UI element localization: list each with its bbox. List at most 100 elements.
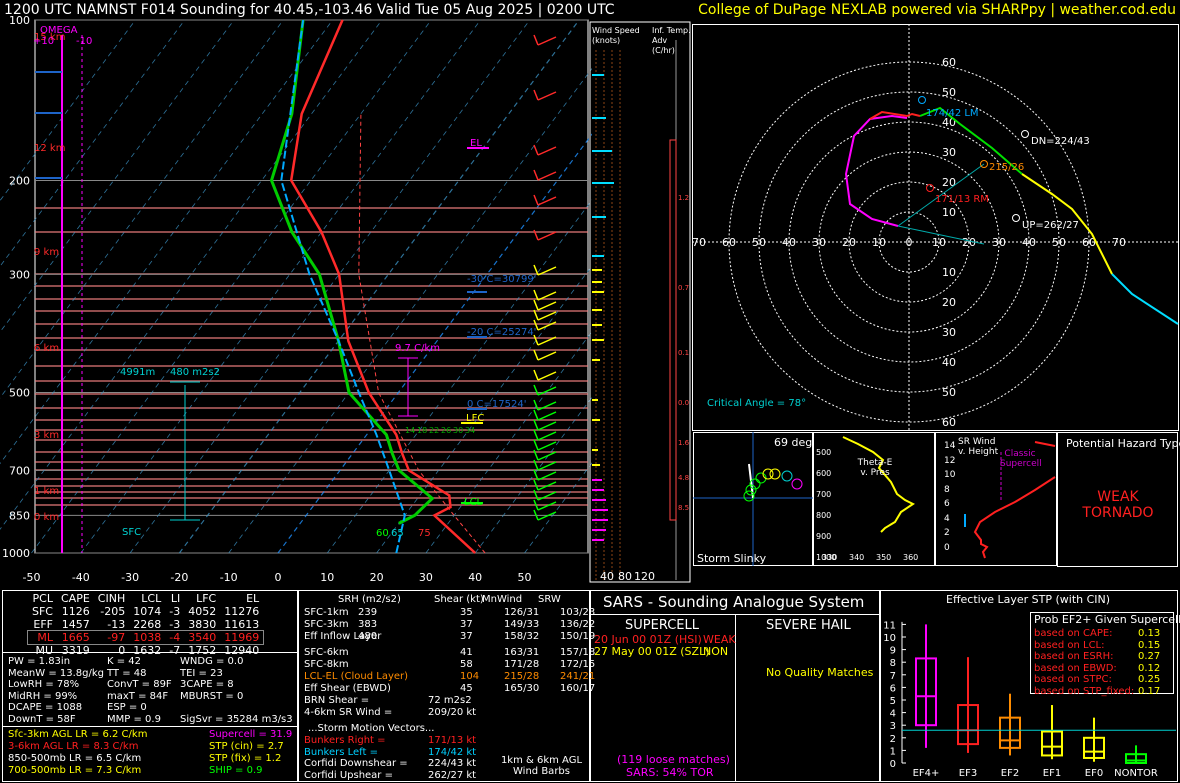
index-value: MMP = 0.9 (107, 713, 161, 725)
stp-category: EF0 (1085, 768, 1103, 779)
kin-header: SRW (538, 594, 561, 605)
wetbulb-label: 34 (465, 426, 475, 435)
skewt-sfc-temp: 75 (418, 528, 431, 539)
wind-barb (537, 321, 557, 331)
hodograph-chart: 70 60 50 40 30 20 10 0 10 20 30 40 50 60 70 60 50 40 30 20 1… (692, 24, 1179, 431)
parcel-cell: -97 (107, 631, 126, 644)
hodo-x-label: 10 (872, 236, 886, 249)
hodo-upper (1111, 273, 1179, 325)
hodo-x-label: 30 (812, 236, 826, 249)
temp-tick: -20 (170, 571, 188, 584)
skewt-sfc: SFC (122, 527, 141, 538)
pressure-tick: 200 (9, 174, 30, 187)
wind-barb (537, 401, 557, 411)
pressure-tick: 300 (9, 268, 30, 281)
skewt-el: EL (470, 138, 482, 149)
sr-wind-classic: Classic Supercell (1000, 449, 1042, 469)
pressure-tick: 700 (9, 464, 30, 477)
hodo-point-label: DN=224/43 (1031, 136, 1090, 147)
theta-xtick: 360 (903, 553, 919, 562)
temp-tick: -30 (121, 571, 139, 584)
wind-barb (537, 351, 557, 361)
wind-barb (537, 36, 557, 46)
index-value: DownT = 58F (8, 713, 76, 725)
critical-angle: Critical Angle = 78° (707, 398, 806, 409)
stp-ytick: 0 (890, 759, 896, 770)
wind-barb-flag (533, 429, 539, 441)
wind-barb (537, 411, 557, 421)
parcel-cell: SFC (32, 605, 53, 618)
prob-title: Prob EF2+ Given Supercell (1034, 613, 1180, 626)
motion-label: Corfidi Upshear = (304, 769, 393, 781)
hodo-0-1km (844, 114, 908, 227)
hodo-point-label: 171/13 RM (935, 194, 989, 205)
hodo-x-label: 20 (962, 236, 976, 249)
kin-header: MnWind (482, 594, 523, 605)
skewt-lapse: 9.7 C/km (395, 343, 440, 354)
hodo-y-label: 40 (942, 356, 956, 369)
wind-barb-flag (533, 299, 539, 311)
temp-adv-title: Inf. Temp. Adv (C/hr) (652, 26, 691, 55)
dewpoint-trace (269, 19, 435, 525)
slinky-label: Storm Slinky (697, 552, 767, 565)
temp-tick: 30 (419, 571, 433, 584)
parcel-cell: 1457 (61, 618, 90, 631)
theta-ytick: 600 (816, 469, 832, 478)
pressure-tick: 100 (9, 14, 30, 27)
kin-value: 150/19 (560, 631, 596, 642)
sars-supercell: SUPERCELL (625, 618, 699, 633)
hodo-x-label: 70 (692, 236, 706, 249)
hodo-x-label: 40 (1022, 236, 1036, 249)
hodo-x-label: 50 (752, 236, 766, 249)
ws-tick-40: 40 (600, 570, 614, 583)
skewt-isotherm-m30: -30 C=30799' (467, 274, 536, 285)
wind-barb (537, 511, 557, 521)
omega-scale-neg: -10 (76, 36, 92, 47)
temp-tick: 0 (275, 571, 282, 584)
hodo-point (918, 96, 926, 104)
parcel-cell: 3830 (188, 618, 217, 631)
theta-xtick: 350 (876, 553, 892, 562)
wind-barb-flag (533, 369, 539, 381)
temp-tick: 40 (468, 571, 482, 584)
skewt-sfc-wb: 65 (391, 528, 404, 539)
hazard-value: WEAK TORNADO (1082, 489, 1154, 521)
wetbulb-label: 18 (417, 426, 427, 435)
parcel-cell: 2268 (133, 618, 162, 631)
stp-ytick: 3 (890, 721, 896, 732)
ws-tick-120: 120 (634, 570, 655, 583)
adv-value: 0.1 (678, 349, 689, 357)
theta-e-panel (813, 432, 935, 566)
hodo-y-label: 20 (942, 176, 956, 189)
wetbulb-label: 14 (405, 426, 415, 435)
storm-slinky-panel (693, 432, 813, 566)
height-label: 3 km (34, 430, 59, 441)
sars-hail-match: No Quality Matches (766, 666, 874, 679)
temp-tick: 50 (518, 571, 532, 584)
wind-barb (537, 301, 557, 311)
hodo-x-label: 0 (906, 236, 913, 249)
height-label: 1 km (34, 486, 59, 497)
adv-value: 1.6 (678, 439, 690, 447)
sr-ytick: 12 (944, 455, 956, 466)
wetbulb-label: 30 (453, 426, 463, 435)
parcel-cell: 3540 (188, 631, 217, 644)
omega-label: OMEGA (40, 25, 78, 36)
wind-barb (537, 501, 557, 511)
slinky-circle (781, 470, 793, 482)
sr-wind-value: 209/20 kt (428, 707, 477, 718)
stp-ytick: 8 (890, 658, 896, 669)
wind-barb-flag (533, 479, 539, 491)
parcel-header: LFC (196, 592, 217, 605)
stp-ytick: 11 (883, 620, 896, 631)
pressure-tick: 1000 (2, 547, 30, 560)
wind-barb-flag (533, 439, 539, 451)
adv-value: 1.2 (678, 194, 689, 202)
parcel-cell: 4052 (188, 605, 217, 618)
sr-ytick: 4 (944, 513, 950, 524)
sars-hail: SEVERE HAIL (766, 618, 851, 633)
theta-ytick: 900 (816, 532, 832, 541)
parcel-cell: ML (37, 631, 53, 644)
parcel-cell: -205 (100, 605, 126, 618)
lapse-rate: 700-500mb LR = 7.3 C/km (8, 765, 142, 776)
